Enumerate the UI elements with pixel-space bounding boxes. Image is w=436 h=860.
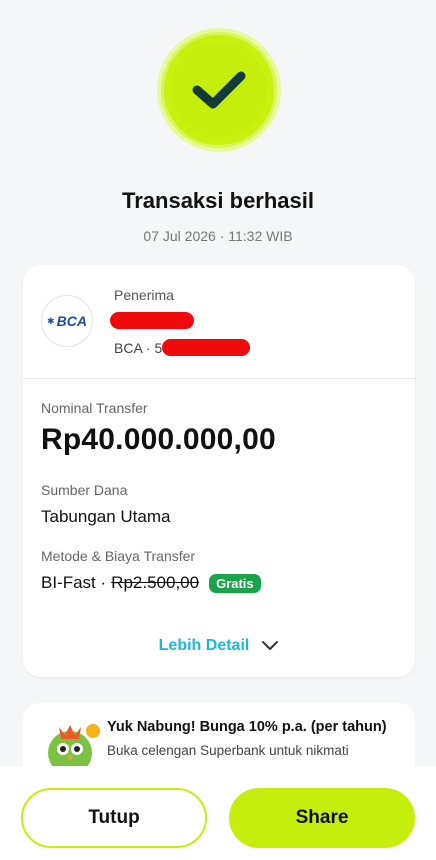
checkmark-icon: [171, 42, 267, 138]
success-badge: [157, 28, 281, 152]
source-account: Tabungan Utama: [41, 507, 171, 526]
original-fee: Rp2.500,00: [111, 573, 200, 592]
source-label: Sumber Dana: [41, 482, 128, 498]
close-button[interactable]: Tutup: [21, 788, 207, 848]
bca-logo-icon: ✱ BCA: [41, 295, 93, 347]
transfer-amount: Rp40.000.000,00: [41, 423, 276, 456]
promo-description: Buka celengan Superbank untuk nikmati: [107, 743, 349, 758]
transaction-card: ✱ BCA Penerima BCA · 5 Nominal Transfer …: [23, 265, 415, 677]
bank-logo-text: BCA: [56, 313, 87, 329]
amount-label: Nominal Transfer: [41, 400, 148, 416]
divider: [23, 378, 415, 379]
redacted-account-number: [162, 339, 251, 356]
chevron-down-icon: [262, 641, 279, 650]
redacted-recipient-name: [110, 312, 194, 329]
more-detail-label: Lebih Detail: [158, 637, 250, 654]
bottom-action-bar: Tutup Share: [0, 766, 436, 860]
success-header: Transaksi berhasil 07 Jul 2026 · 11:32 W…: [0, 0, 436, 260]
more-detail-link[interactable]: Lebih Detail: [23, 637, 415, 655]
share-button[interactable]: Share: [229, 788, 415, 848]
promo-title: Yuk Nabung! Bunga 10% p.a. (per tahun): [107, 719, 387, 735]
method-fee-line: BI-Fast · Rp2.500,00 Gratis: [41, 573, 261, 593]
bca-mark-icon: ✱: [47, 315, 55, 326]
recipient-account: BCA · 5: [114, 339, 251, 356]
transaction-datetime: 07 Jul 2026 · 11:32 WIB: [143, 228, 293, 244]
free-badge: Gratis: [209, 573, 261, 593]
page-title: Transaksi berhasil: [122, 188, 314, 213]
transfer-method: BI-Fast ·: [41, 573, 107, 592]
method-label: Metode & Biaya Transfer: [41, 548, 196, 564]
recipient-bank-prefix: BCA · 5: [114, 339, 163, 356]
recipient-label: Penerima: [114, 287, 174, 303]
